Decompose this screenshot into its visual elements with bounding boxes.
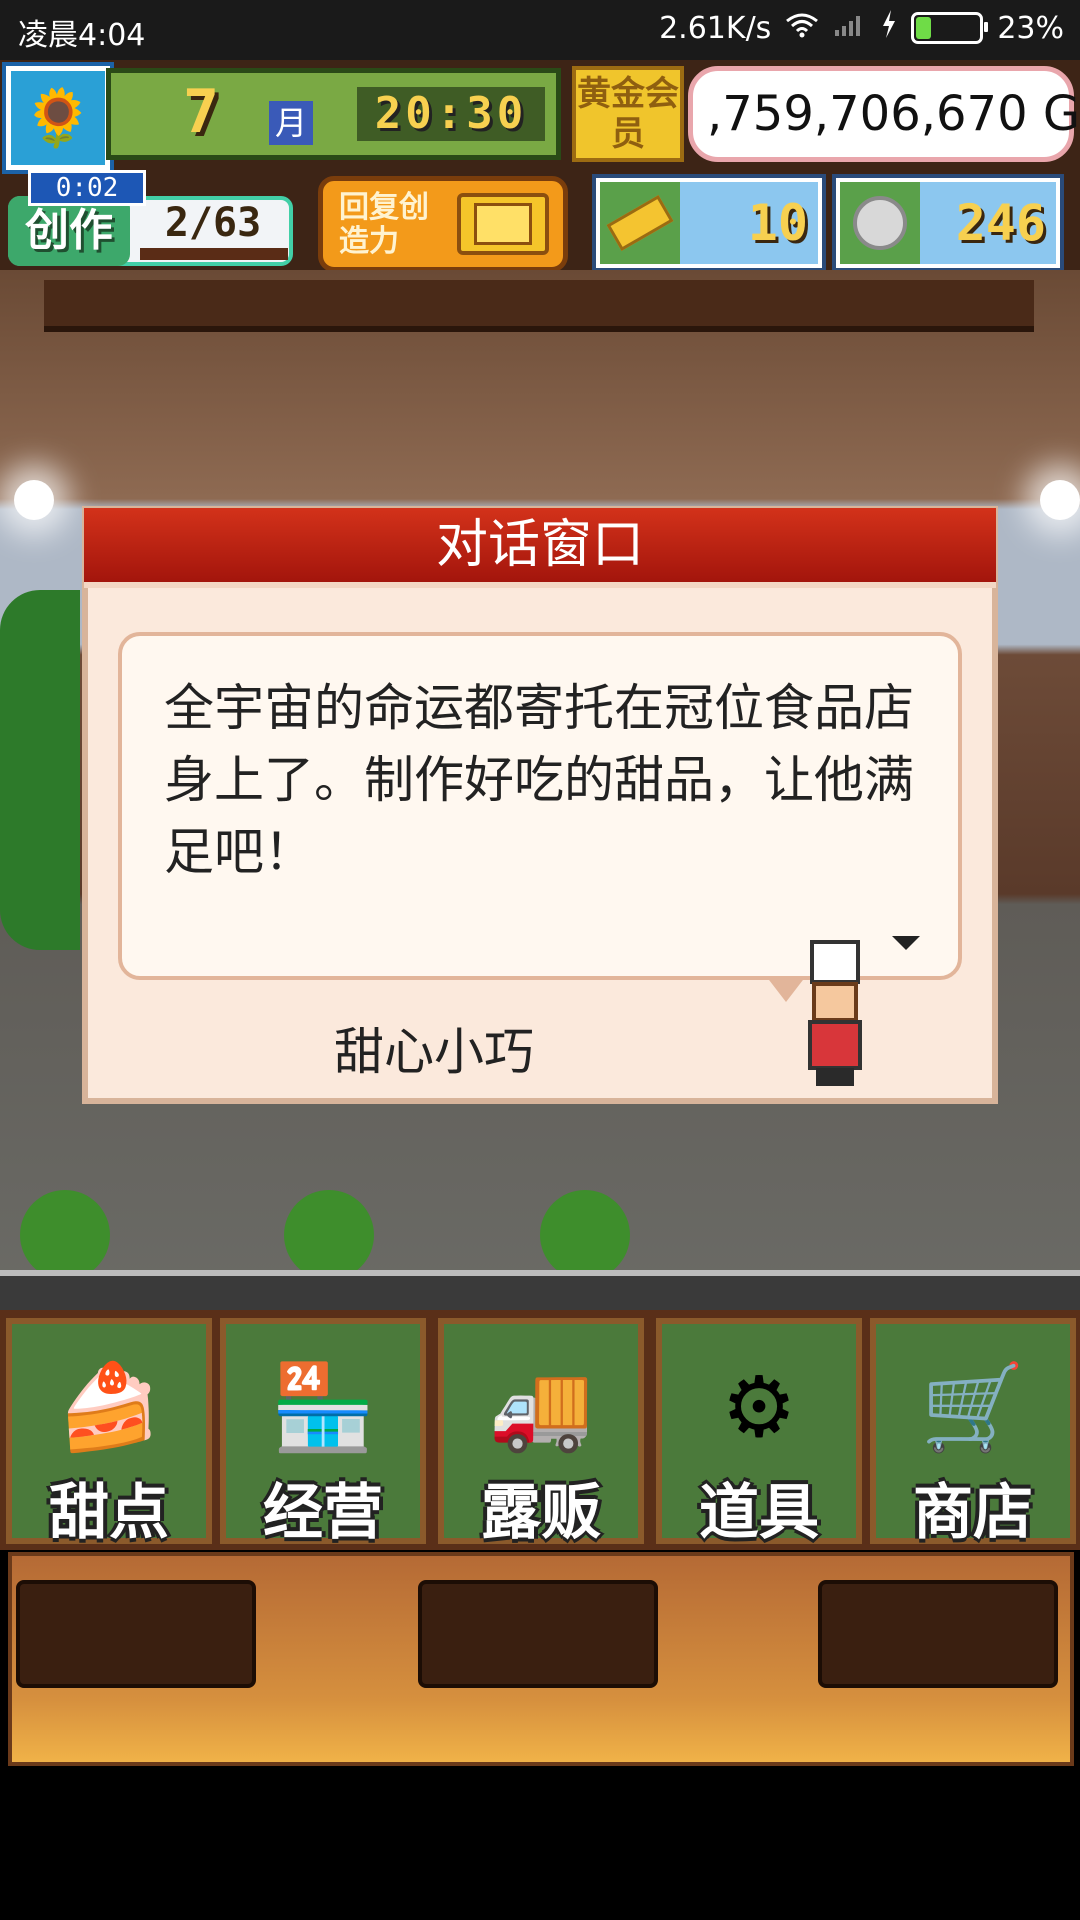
bush [20,1190,110,1280]
gold-bar-counter[interactable]: 10 [592,174,826,272]
status-right: 2.61K/s 23% [659,10,1064,46]
next-arrow-icon[interactable] [892,936,920,950]
gold-member-badge[interactable]: 黄金会员 [572,66,684,162]
money-display: ,759,706,670 G [688,66,1080,162]
gold-bar-icon [600,182,680,264]
month-number: 7 [183,77,220,147]
create-timer: 0:02 [28,170,146,206]
shop-awning [44,280,1034,332]
menu-button-food-truck[interactable]: 🚚 露贩 [438,1318,644,1548]
dialog-title: 对话窗口 [84,508,996,588]
empty-slot[interactable] [16,1580,256,1688]
recover-creativity-button[interactable]: 回复创造力 [318,176,568,272]
bush [284,1190,374,1280]
recover-button-label: 回复创造力 [339,190,429,259]
menu-button-store[interactable]: 🛒 商店 [870,1318,1076,1548]
coin-counter[interactable]: 246 [832,174,1064,272]
empty-slot[interactable] [818,1580,1058,1688]
menu-label: 道具 [699,1478,819,1548]
create-count: 2/63 [164,200,262,246]
menu-label: 露贩 [481,1478,601,1548]
speaker-name: 甜心小巧 [334,1023,534,1081]
create-progress-bar [140,248,288,260]
gold-bar-count: 10 [747,194,808,252]
menu-button-desserts[interactable]: 🍰 甜点 [6,1318,212,1548]
create-label: 创作 [8,196,130,266]
cake-icon: 🍰 [56,1357,162,1456]
menu-label: 经营 [263,1478,383,1548]
bush [540,1190,630,1280]
items-bag-icon: ⚙ [721,1358,797,1456]
battery-percent: 23% [997,10,1064,46]
signal-icon [833,11,867,46]
speech-bubble-tail [766,976,806,1002]
coin-icon [840,182,920,264]
lamp-right [1040,480,1080,520]
wifi-icon [785,11,819,46]
sunflower-icon[interactable]: 🌻 [2,62,114,174]
dialog-message[interactable]: 全宇宙的命运都寄托在冠位食品店身上了。制作好吃的甜品，让他满足吧！ [118,632,962,980]
chef-character [802,940,868,1086]
food-truck-icon: 🚚 [488,1357,594,1456]
date-time-panel: 7 月 20:30 [106,68,561,160]
coin-count: 246 [955,194,1046,252]
menu-button-manage[interactable]: 🏪 经营 [220,1318,426,1548]
menu-label: 商店 [913,1478,1033,1548]
menu-label: 甜点 [49,1478,169,1548]
tree [0,590,80,950]
empty-slot[interactable] [418,1580,658,1688]
month-label: 月 [269,101,313,145]
charging-icon [881,10,897,46]
status-time: 凌晨4:04 [18,18,146,53]
menu-button-items[interactable]: ⚙ 道具 [656,1318,862,1548]
status-bar: 凌晨4:04 2.61K/s 23% [0,0,1080,60]
shop-icon: 🏪 [270,1357,376,1456]
game-clock: 20:30 [357,87,545,141]
tv-icon [457,193,549,255]
create-panel[interactable]: 创作 2/63 0:02 [8,170,293,268]
lamp-left [14,480,54,520]
network-speed: 2.61K/s [659,10,772,46]
battery-icon [911,12,989,44]
cart-icon: 🛒 [920,1357,1026,1456]
